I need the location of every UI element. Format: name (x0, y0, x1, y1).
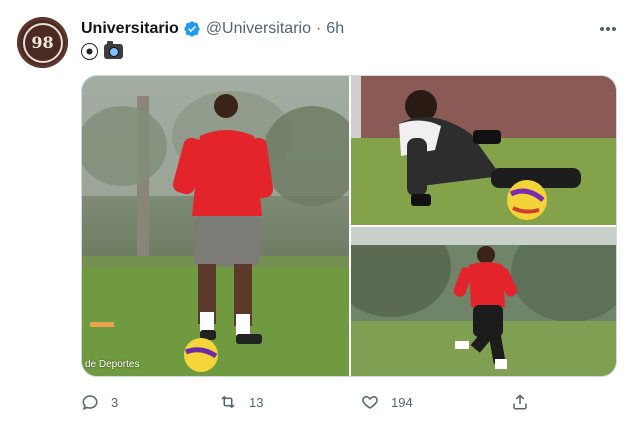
reply-count: 3 (111, 394, 119, 410)
photo-caption: de Deportes (85, 359, 140, 370)
heart-icon (362, 395, 378, 409)
like-button[interactable]: 194 (361, 390, 413, 414)
avatar-logo: 98 (22, 22, 63, 63)
reply-button[interactable]: 3 (81, 390, 118, 414)
user-handle[interactable]: @Universitario (206, 20, 311, 38)
player-running-image (351, 227, 616, 376)
timestamp[interactable]: 6h (326, 20, 344, 38)
retweet-icon (221, 395, 235, 409)
camera-with-flash-icon (104, 40, 123, 59)
display-name[interactable]: Universitario (81, 20, 179, 38)
photo-player-running[interactable] (351, 227, 616, 376)
tweet-actions: 3 13 194 (81, 390, 541, 414)
tweet-header: Universitario @Universitario · 6h (81, 17, 344, 41)
reply-icon (82, 395, 98, 411)
soccer-ball-icon (81, 42, 98, 60)
separator: · (315, 20, 322, 37)
photo-goalkeeper-diving[interactable] (351, 76, 616, 225)
tweet[interactable]: 98 Universitario @Universitario · 6h de … (0, 0, 640, 424)
player-dribbling-image (82, 76, 349, 376)
verified-badge-icon (184, 21, 200, 37)
avatar[interactable]: 98 (17, 17, 68, 68)
more-options-icon[interactable] (596, 18, 620, 40)
retweet-button[interactable]: 13 (219, 390, 263, 414)
like-count: 194 (391, 394, 413, 410)
media-grid: de Deportes (81, 75, 617, 377)
more-dots-icon (600, 27, 616, 31)
retweet-count: 13 (249, 394, 264, 410)
photo-player-dribbling[interactable]: de Deportes (82, 76, 349, 376)
share-button[interactable] (511, 390, 529, 414)
share-icon (513, 394, 527, 410)
goalkeeper-diving-image (351, 76, 616, 225)
tweet-text (81, 40, 123, 60)
